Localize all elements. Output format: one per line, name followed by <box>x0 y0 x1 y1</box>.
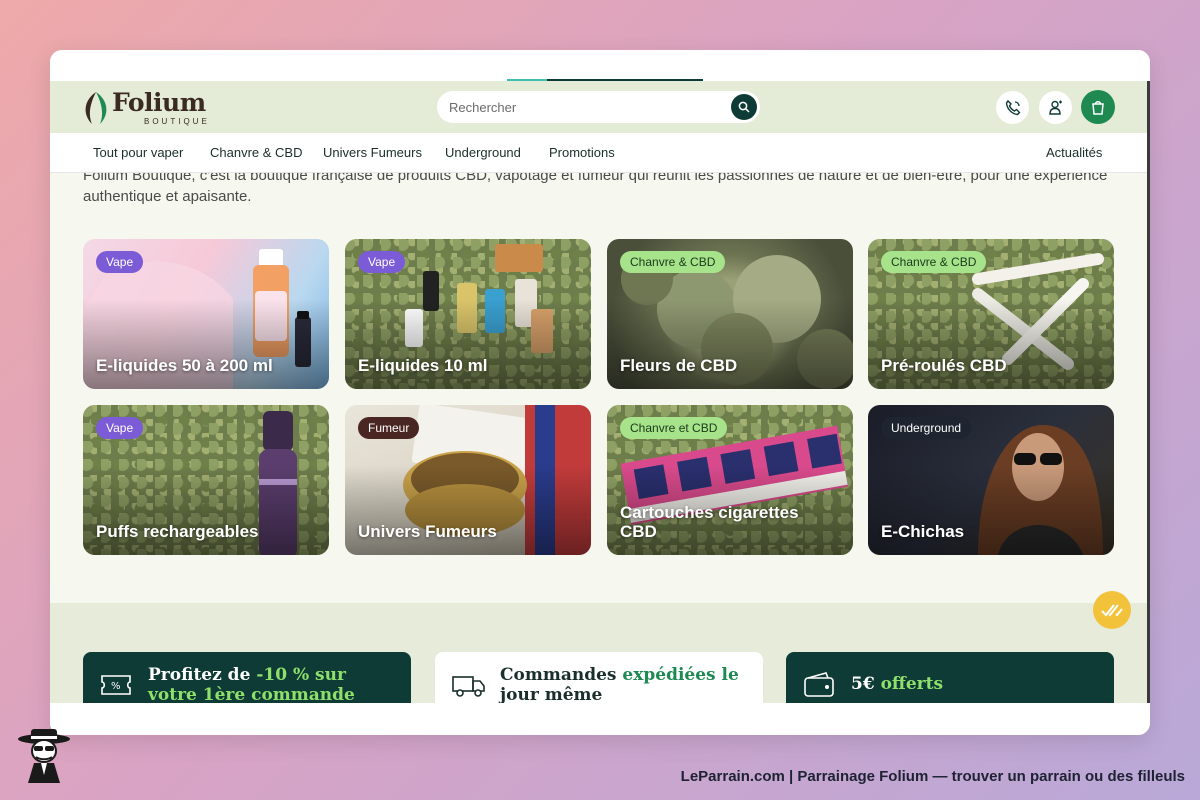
category-title: Pré-roulés CBD <box>881 356 1007 375</box>
category-badge: Chanvre et CBD <box>620 417 728 439</box>
promo-text: Profitez de -10 % sur votre 1ère command… <box>148 665 355 705</box>
intro-clip: Folium Boutique, c'est la boutique franç… <box>50 173 1150 218</box>
svg-text:%: % <box>111 681 121 692</box>
account-button[interactable] <box>1039 91 1072 124</box>
category-title: E-liquides 10 ml <box>358 356 488 375</box>
main-nav: Tout pour vaper Chanvre & CBD Univers Fu… <box>50 133 1150 173</box>
site-header: Folium BOUTIQUE <box>50 81 1150 133</box>
category-title: Puffs rechargeables <box>96 522 259 541</box>
top-strip <box>50 50 1150 81</box>
category-card-eliquides-10[interactable]: Vape E-liquides 10 ml <box>345 239 591 389</box>
window-bottom-strip <box>50 703 1150 735</box>
category-card-e-chichas[interactable]: Underground E-Chichas <box>868 405 1114 555</box>
category-badge: Vape <box>96 251 144 273</box>
folium-logo[interactable]: Folium BOUTIQUE <box>82 88 222 128</box>
category-title: E-liquides 50 à 200 ml <box>96 356 273 375</box>
category-title: E-Chichas <box>881 522 965 541</box>
category-card-cartouches-cbd[interactable]: Chanvre et CBD Cartouches cigarettes CBD <box>607 405 853 555</box>
brand-name: Folium <box>112 88 206 117</box>
double-check-icon <box>1101 604 1123 617</box>
leaf-logo-icon <box>85 92 107 124</box>
nav-chanvre-cbd[interactable]: Chanvre & CBD <box>210 145 302 160</box>
search-bar <box>437 91 760 123</box>
category-badge: Vape <box>96 417 144 439</box>
contact-button[interactable] <box>996 91 1029 124</box>
intro-text: Folium Boutique, c'est la boutique franç… <box>83 173 1108 205</box>
category-title: Univers Fumeurs <box>358 522 497 541</box>
search-input[interactable] <box>449 97 719 117</box>
category-badge: Chanvre & CBD <box>620 251 726 273</box>
wallet-icon <box>804 672 834 697</box>
category-card-eliquides-50-200[interactable]: Vape E-liquides 50 à 200 ml <box>83 239 329 389</box>
category-badge: Vape <box>358 251 406 273</box>
category-card-univers-fumeurs[interactable]: Fumeur Univers Fumeurs <box>345 405 591 555</box>
search-button[interactable] <box>731 94 757 120</box>
category-card-puffs-rechargeables[interactable]: Vape Puffs rechargeables <box>83 405 329 555</box>
brand-subtitle: BOUTIQUE <box>144 117 210 126</box>
nav-univers-fumeurs[interactable]: Univers Fumeurs <box>323 145 422 160</box>
category-badge: Fumeur <box>358 417 420 439</box>
browser-window: Folium BOUTIQUE Rechercher Tout pour vap… <box>50 50 1150 735</box>
scrollbar[interactable] <box>1147 81 1150 703</box>
nav-underground[interactable]: Underground <box>445 145 521 160</box>
credit-line: LeParrain.com | Parrainage Folium — trou… <box>680 768 1185 785</box>
shopping-bag-icon <box>1092 101 1104 115</box>
user-icon <box>1048 100 1062 115</box>
category-card-fleurs-cbd[interactable]: Chanvre & CBD Fleurs de CBD <box>607 239 853 389</box>
category-badge: Underground <box>881 417 972 439</box>
promo-text: 5€ offerts <box>851 674 944 694</box>
category-title: Cartouches cigarettes CBD <box>620 503 799 541</box>
nav-actualites[interactable]: Actualités <box>1046 145 1102 160</box>
category-badge: Chanvre & CBD <box>881 251 987 273</box>
phone-icon <box>1005 99 1020 115</box>
nav-tout-pour-vaper[interactable]: Tout pour vaper <box>93 145 183 160</box>
reviews-badge-button[interactable] <box>1093 591 1131 629</box>
coupon-icon: % <box>101 675 131 695</box>
nav-promotions[interactable]: Promotions <box>549 145 615 160</box>
leparrain-mascot-icon <box>14 727 74 785</box>
search-icon <box>738 101 750 113</box>
promo-text: Commandes expédiées le jour même <box>500 665 739 705</box>
delivery-truck-icon <box>452 676 485 697</box>
category-card-preroules-cbd[interactable]: Chanvre & CBD Pré-roulés CBD <box>868 239 1114 389</box>
category-title: Fleurs de CBD <box>620 356 738 375</box>
cart-button[interactable] <box>1081 90 1115 124</box>
